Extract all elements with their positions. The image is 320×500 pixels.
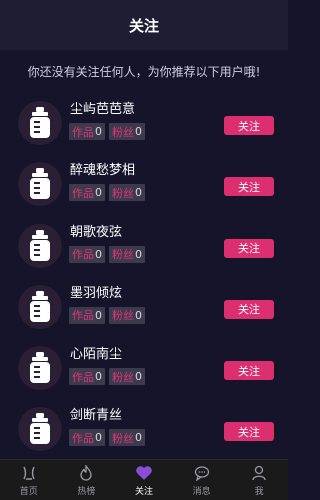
tab-hot[interactable]: 热榜	[58, 460, 116, 500]
bottom-tab-bar: 首页 热榜 关注 消息 我	[0, 459, 288, 500]
user-row[interactable]: 醉魂愁梦相 作品 0 粉丝 0 关注	[0, 153, 288, 214]
message-icon	[194, 464, 210, 482]
user-stats: 作品 0 粉丝 0	[69, 429, 145, 447]
tab-following[interactable]: 关注	[115, 460, 173, 500]
top-header: 关注	[0, 0, 288, 50]
tab-home-label: 首页	[19, 486, 38, 497]
user-name[interactable]: 朝歌夜弦	[70, 221, 122, 240]
user-avatar[interactable]	[18, 223, 62, 268]
follow-button[interactable]: 关注	[224, 361, 274, 381]
user-stats: 作品 0 粉丝 0	[69, 184, 145, 202]
fans-count: 粉丝 0	[109, 123, 145, 140]
works-count: 作品 0	[69, 429, 105, 447]
works-count: 作品 0	[69, 184, 105, 202]
fans-count: 粉丝 0	[109, 429, 145, 447]
tab-home[interactable]: 首页	[0, 460, 58, 500]
baby-bottle-icon	[30, 352, 50, 384]
fans-count: 粉丝 0	[109, 368, 145, 386]
user-stats: 作品 0 粉丝 0	[69, 123, 145, 140]
heart-icon	[135, 464, 153, 482]
fans-count: 粉丝 0	[109, 184, 145, 202]
follow-button[interactable]: 关注	[224, 177, 274, 197]
user-stats: 作品 0 粉丝 0	[69, 306, 145, 324]
tab-messages[interactable]: 消息	[173, 460, 231, 500]
follow-button[interactable]: 关注	[224, 299, 274, 319]
user-avatar[interactable]	[18, 407, 62, 452]
user-name[interactable]: 尘屿芭芭意	[70, 98, 135, 117]
tab-hot-label: 热榜	[77, 486, 96, 497]
tab-following-label: 关注	[134, 486, 153, 497]
fans-count: 粉丝 0	[109, 306, 145, 324]
user-avatar[interactable]	[18, 101, 62, 145]
user-row[interactable]: 心陌南尘 作品 0 粉丝 0 关注	[0, 337, 288, 398]
tab-messages-label: 消息	[192, 486, 211, 497]
baby-bottle-icon	[30, 290, 50, 322]
recommended-user-list: 尘屿芭芭意 作品 0 粉丝 0 关注 醉魂愁梦相 作品 0 粉丝 0 关注 朝歌…	[0, 92, 288, 460]
user-row[interactable]: 墨羽倾炫 作品 0 粉丝 0 关注	[0, 276, 288, 337]
follow-button[interactable]: 关注	[224, 422, 274, 442]
works-count: 作品 0	[69, 368, 105, 386]
works-count: 作品 0	[69, 245, 105, 263]
user-row[interactable]: 剑断青丝 作品 0 粉丝 0 关注	[0, 398, 288, 459]
user-name[interactable]: 剑断青丝	[70, 404, 122, 423]
recommend-notice: 你还没有关注任何人，为你推荐以下用户哦!	[27, 64, 261, 79]
baby-bottle-icon	[30, 413, 50, 445]
flame-icon	[78, 464, 94, 482]
user-name[interactable]: 心陌南尘	[70, 343, 122, 362]
works-count: 作品 0	[69, 123, 105, 140]
user-icon	[251, 464, 267, 482]
baby-bottle-icon	[30, 229, 50, 261]
follow-button[interactable]: 关注	[224, 116, 274, 135]
user-avatar[interactable]	[18, 346, 62, 391]
fans-count: 粉丝 0	[109, 245, 145, 263]
tab-me-label: 我	[254, 486, 264, 497]
follow-button[interactable]: 关注	[224, 238, 274, 258]
user-row[interactable]: 朝歌夜弦 作品 0 粉丝 0 关注	[0, 215, 288, 276]
user-stats: 作品 0 粉丝 0	[69, 245, 145, 263]
baby-bottle-icon	[30, 107, 50, 138]
baby-bottle-icon	[30, 168, 50, 200]
user-avatar[interactable]	[18, 284, 62, 329]
page-title: 关注	[128, 16, 159, 35]
user-stats: 作品 0 粉丝 0	[69, 368, 145, 386]
works-count: 作品 0	[69, 306, 105, 324]
user-avatar[interactable]	[18, 162, 62, 207]
user-name[interactable]: 墨羽倾炫	[70, 282, 122, 301]
user-row[interactable]: 尘屿芭芭意 作品 0 粉丝 0 关注	[0, 92, 288, 153]
tab-me[interactable]: 我	[230, 460, 288, 500]
user-name[interactable]: 醉魂愁梦相	[70, 159, 135, 178]
home-icon	[21, 464, 37, 482]
